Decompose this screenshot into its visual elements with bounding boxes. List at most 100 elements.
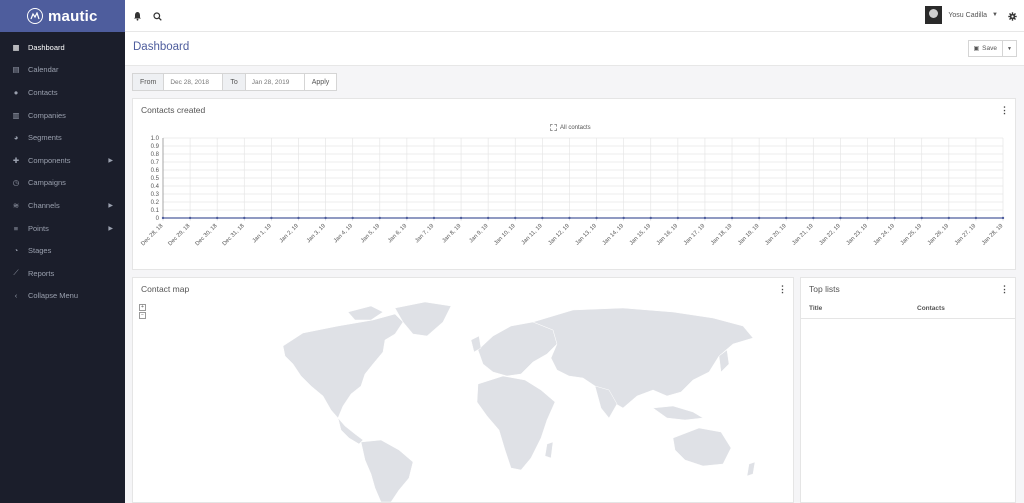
map-greenland — [394, 301, 452, 337]
data-point — [459, 216, 463, 220]
save-label: Save — [982, 45, 997, 52]
sidebar-item-label: Reports — [28, 268, 55, 278]
sidebar-item-contacts[interactable]: ● Contacts — [0, 81, 125, 104]
apply-button[interactable]: Apply — [304, 73, 338, 91]
x-tick-label: Jan 17, 19 — [683, 223, 706, 246]
contact-map-widget: Contact map ⋮ + − — [132, 277, 794, 503]
y-tick-label: 1.0 — [151, 136, 160, 142]
caret-right-icon: ▶ — [108, 225, 113, 232]
map-south-america — [360, 439, 414, 502]
data-point — [812, 216, 815, 220]
sidebar-item-label: Calendar — [28, 65, 59, 75]
x-tick-label: Jan 16, 19 — [656, 223, 679, 246]
x-tick-label: Jan 18, 19 — [710, 223, 733, 246]
x-tick-label: Jan 23, 19 — [846, 223, 869, 246]
x-tick-label: Jan 7, 19 — [414, 223, 435, 244]
user-name: Yosu Cadilla — [948, 11, 988, 19]
data-point — [974, 216, 978, 220]
data-point — [188, 216, 192, 220]
x-tick-label: Jan 10, 19 — [493, 223, 516, 246]
top-bar: Yosu Cadilla ▼ — [125, 0, 1024, 32]
sidebar-item-label: Segments — [28, 133, 62, 143]
map-new-zealand — [746, 461, 756, 477]
data-point — [1001, 216, 1005, 220]
table-header: Title Contacts — [801, 301, 1015, 319]
sidebar-item-collapse-menu[interactable]: ‹ Collapse Menu — [0, 285, 125, 308]
x-tick-label: Jan 11, 19 — [521, 223, 544, 246]
chevron-left-icon: ‹ — [14, 291, 18, 301]
map-se-asia-islands — [652, 405, 704, 421]
data-point — [514, 216, 517, 220]
dashboard-icon: ▦ — [12, 42, 20, 52]
map-central-america — [337, 417, 364, 445]
world-map — [282, 301, 756, 502]
y-tick-label: 0.4 — [151, 184, 160, 190]
from-label: From — [132, 73, 165, 91]
page-title: Dashboard — [133, 41, 190, 53]
widget-title: Top lists — [809, 284, 840, 294]
sidebar-item-stages[interactable]: ◔ Stages — [0, 239, 125, 262]
x-tick-label: Jan 28, 19 — [981, 223, 1004, 246]
x-tick-label: Jan 1, 19 — [252, 223, 273, 244]
column-header-contacts[interactable]: Contacts — [917, 305, 945, 312]
sidebar-item-components[interactable]: ✚ Components ▶ — [0, 149, 125, 172]
sidebar-item-dashboard[interactable]: ▦ Dashboard — [0, 36, 125, 59]
y-tick-label: 0.2 — [151, 200, 160, 206]
gear-icon[interactable] — [1006, 10, 1018, 22]
caret-right-icon: ▶ — [108, 202, 113, 209]
sidebar-item-reports[interactable]: ⟋ Reports — [0, 262, 125, 285]
map-africa — [476, 375, 556, 471]
column-header-title[interactable]: Title — [809, 305, 822, 312]
data-point — [378, 216, 381, 220]
x-tick-label: Jan 2, 19 — [279, 223, 300, 244]
data-point — [839, 216, 842, 220]
map-australia — [672, 427, 732, 467]
data-point — [297, 216, 300, 220]
caret-down-icon: ▼ — [1007, 45, 1012, 52]
more-options-icon[interactable]: ⋮ — [1000, 284, 1009, 295]
brand-bar[interactable]: mautic — [0, 0, 125, 32]
data-point — [351, 216, 354, 220]
building-icon: ▥ — [12, 110, 20, 120]
calendar-icon: ▤ — [12, 65, 20, 75]
y-tick-label: 0.1 — [151, 208, 160, 214]
to-label: To — [223, 73, 246, 91]
user-menu[interactable]: Yosu Cadilla ▼ — [925, 6, 998, 24]
sidebar: mautic ▦ Dashboard ▤ Calendar ● Contacts ▥ Comp… — [0, 0, 125, 503]
sidebar-item-companies[interactable]: ▥ Companies — [0, 104, 125, 127]
save-button[interactable]: ▣ Save — [967, 40, 1003, 57]
x-tick-label: Dec 30, 18 — [195, 223, 219, 247]
sidebar-item-label: Collapse Menu — [28, 291, 79, 301]
data-point — [595, 216, 598, 220]
data-point — [920, 216, 923, 220]
x-tick-label: Jan 8, 19 — [441, 223, 462, 244]
data-point — [785, 216, 788, 220]
rss-icon: ≋ — [12, 200, 20, 210]
pie-icon: ◕ — [13, 133, 19, 143]
sidebar-item-segments[interactable]: ◕ Segments — [0, 126, 125, 149]
data-point — [893, 216, 896, 220]
save-button-group: ▣ Save ▼ — [967, 40, 1017, 57]
sidebar-item-calendar[interactable]: ▤ Calendar — [0, 59, 125, 82]
sidebar-item-campaigns[interactable]: ◷ Campaigns — [0, 172, 125, 195]
sidebar-item-points[interactable]: ≡ Points ▶ — [0, 217, 125, 240]
date-filter: From Dec 28, 2018 To Jan 28, 2019 Apply — [132, 73, 338, 91]
data-point — [324, 216, 327, 220]
y-tick-label: 0.5 — [151, 176, 160, 182]
data-point — [432, 216, 436, 220]
x-tick-label: Jan 3, 19 — [306, 223, 327, 244]
x-tick-label: Dec 31, 18 — [222, 223, 246, 247]
from-date-input[interactable]: Dec 28, 2018 — [164, 73, 224, 91]
sidebar-item-label: Contacts — [28, 87, 58, 97]
caret-right-icon: ▶ — [108, 157, 113, 164]
search-icon[interactable] — [151, 10, 163, 22]
map-europe — [477, 321, 558, 377]
save-icon: ▣ — [973, 46, 980, 52]
sidebar-item-channels[interactable]: ≋ Channels ▶ — [0, 194, 125, 217]
user-icon: ● — [13, 87, 19, 97]
to-date-input[interactable]: Jan 28, 2019 — [245, 73, 305, 91]
save-dropdown-button[interactable]: ▼ — [1003, 40, 1017, 57]
y-tick-label: 0 — [156, 216, 160, 222]
tachometer-icon: ◔ — [13, 246, 19, 256]
bell-icon[interactable] — [131, 10, 143, 22]
